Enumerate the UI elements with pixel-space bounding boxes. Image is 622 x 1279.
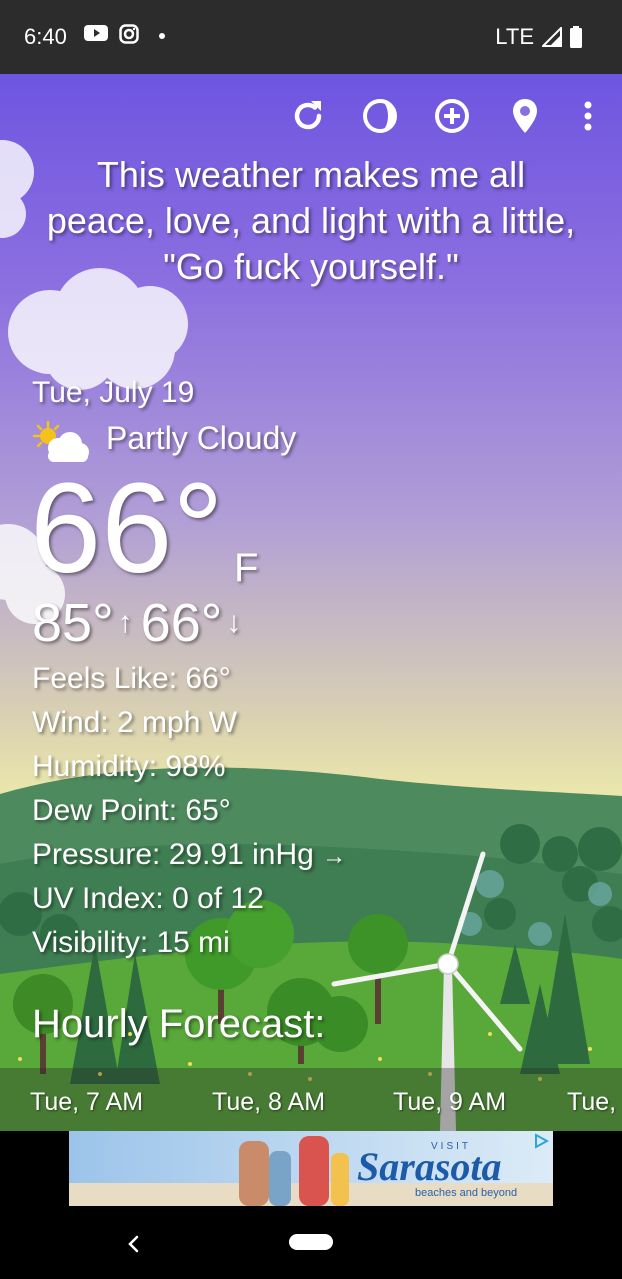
notification-dot-icon xyxy=(159,33,165,39)
pressure-trend-icon: → xyxy=(322,843,347,870)
feels-like: Feels Like: 66° xyxy=(32,662,231,695)
weather-app: This weather makes me all peace, love, a… xyxy=(0,74,622,1131)
humidity: Humidity: 98% xyxy=(32,750,226,783)
navigation-bar xyxy=(0,1210,622,1279)
current-temperature: 66° xyxy=(30,457,224,600)
weather-quote: This weather makes me all peace, love, a… xyxy=(46,154,576,287)
more-vert-icon xyxy=(584,101,592,131)
ad-tagline-text: beaches and beyond xyxy=(415,1187,518,1199)
moon-phase-button[interactable] xyxy=(358,94,402,138)
add-location-button[interactable] xyxy=(430,94,474,138)
home-pill[interactable] xyxy=(289,1234,333,1250)
condition-label: Partly Cloudy xyxy=(106,420,297,456)
status-time: 6:40 xyxy=(24,24,67,49)
ad-choices-icon[interactable] xyxy=(533,1133,549,1149)
high-temperature: 85° xyxy=(32,593,114,653)
add-location-icon xyxy=(435,99,469,133)
high-low-temperature: 85° ↑ 66° ↓ xyxy=(32,592,249,654)
hourly-item[interactable]: Tue, 9 AM xyxy=(393,1088,506,1117)
ad-brand-text: Sarasota xyxy=(357,1144,502,1189)
pressure: Pressure: 29.91 inHg xyxy=(32,838,314,871)
refresh-icon xyxy=(294,101,322,130)
youtube-icon xyxy=(84,25,108,41)
refresh-button[interactable] xyxy=(286,94,330,138)
hourly-item[interactable]: Tue, 8 AM xyxy=(212,1088,325,1117)
status-bar: 6:40 LTE xyxy=(0,0,622,74)
low-temperature: 66° xyxy=(140,593,223,653)
temperature-unit: F xyxy=(234,546,259,590)
moon-phase-icon xyxy=(363,99,397,133)
date-label: Tue, July 19 xyxy=(32,376,195,409)
wind: Wind: 2 mph W xyxy=(32,706,238,739)
hourly-forecast-title: Hourly Forecast: xyxy=(32,1002,326,1046)
arrow-down-icon: ↓ xyxy=(226,606,242,639)
instagram-icon xyxy=(119,24,139,44)
ad-banner[interactable]: VISIT Sarasota beaches and beyond xyxy=(69,1131,553,1206)
network-label: LTE xyxy=(495,24,534,49)
location-button[interactable] xyxy=(503,94,547,138)
signal-icon xyxy=(542,27,562,47)
dew-point: Dew Point: 65° xyxy=(32,794,231,827)
pressure-row: Pressure: 29.91 inHg → xyxy=(32,838,346,872)
status-right: LTE xyxy=(495,24,582,50)
overflow-menu-button[interactable] xyxy=(566,94,610,138)
hourly-item[interactable]: Tue, xyxy=(567,1088,616,1117)
uv-index: UV Index: 0 of 12 xyxy=(32,882,264,915)
hourly-item[interactable]: Tue, 7 AM xyxy=(30,1088,143,1117)
visibility: Visibility: 15 mi xyxy=(32,926,230,959)
back-icon[interactable] xyxy=(124,1234,144,1254)
arrow-up-icon: ↑ xyxy=(117,606,133,639)
location-pin-icon xyxy=(513,99,537,133)
battery-icon xyxy=(570,26,582,48)
